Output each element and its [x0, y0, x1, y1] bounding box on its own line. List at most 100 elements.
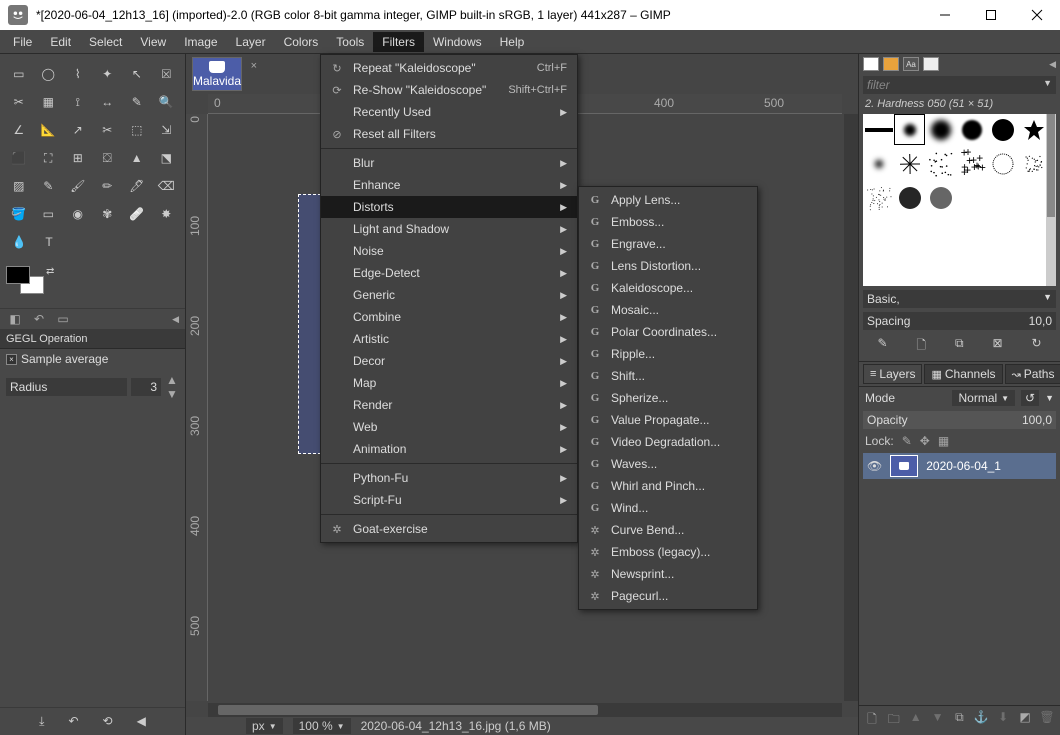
toolbox-tool[interactable]: ✸	[152, 200, 182, 228]
filters-menu-item[interactable]: Generic▶	[321, 284, 577, 306]
brush-cell[interactable]	[925, 182, 956, 213]
layer-name[interactable]: 2020-06-04_1	[926, 459, 1001, 473]
filters-menu-item[interactable]: Combine▶	[321, 306, 577, 328]
brush-cell[interactable]	[894, 114, 925, 145]
patterns-tab-icon[interactable]	[883, 57, 899, 71]
filters-menu-item[interactable]: Script-Fu▶	[321, 489, 577, 511]
brush-cell[interactable]	[925, 148, 956, 179]
toolbox-tool[interactable]: ▭	[4, 60, 34, 88]
toolbox-tool[interactable]: ✏	[93, 172, 123, 200]
toolbox-tool[interactable]: ⛋	[93, 144, 123, 172]
distorts-menu-item[interactable]: ✲Pagecurl...	[579, 585, 757, 607]
distorts-menu-item[interactable]: GEmboss...	[579, 211, 757, 233]
distorts-menu-item[interactable]: GRipple...	[579, 343, 757, 365]
vertical-scrollbar[interactable]	[844, 114, 858, 701]
distorts-menu-item[interactable]: ✲Newsprint...	[579, 563, 757, 585]
toolbox-tool[interactable]: ↔	[93, 88, 123, 116]
filters-menu-item[interactable]: Render▶	[321, 394, 577, 416]
mask-layer-icon[interactable]: ◩	[1016, 710, 1034, 731]
distorts-menu-item[interactable]: GWaves...	[579, 453, 757, 475]
toolbox-tool[interactable]: ✎	[122, 88, 152, 116]
delete-tool-preset-icon[interactable]: ⟲	[103, 714, 113, 729]
brush-cell[interactable]	[925, 114, 956, 145]
distorts-menu-item[interactable]: ✲Curve Bend...	[579, 519, 757, 541]
menu-item-layer[interactable]: Layer	[227, 32, 275, 52]
new-brush-icon[interactable]: 🗋	[916, 336, 926, 357]
unit-selector[interactable]: px▼	[246, 718, 283, 734]
reset-tool-preset-icon[interactable]: ◀	[137, 714, 146, 729]
duplicate-layer-icon[interactable]: ⧉	[950, 710, 968, 731]
toolbox-tool[interactable]: 💧	[4, 228, 34, 256]
filters-menu-item[interactable]: Web▶	[321, 416, 577, 438]
brush-cell[interactable]	[987, 148, 1018, 179]
duplicate-brush-icon[interactable]: ⧉	[955, 336, 964, 357]
history-tab-icon[interactable]	[923, 57, 939, 71]
toolbox-tool[interactable]: ∠	[4, 116, 34, 144]
distorts-menu-item[interactable]: GWind...	[579, 497, 757, 519]
radius-row[interactable]: Radius 3 ▲▼	[0, 369, 185, 405]
toolbox-tool[interactable]: ⟟	[63, 88, 93, 116]
toolbox-tool[interactable]: ⊞	[63, 144, 93, 172]
toolbox-tool[interactable]: ⛶	[34, 144, 64, 172]
window-minimize-button[interactable]	[922, 0, 968, 30]
new-group-icon[interactable]: 🗀	[885, 710, 903, 731]
brush-preset-combo[interactable]: Basic,▼	[863, 290, 1056, 308]
vertical-ruler[interactable]: 0100200300400500	[186, 114, 208, 701]
lock-pixels-icon[interactable]: ✎	[902, 434, 912, 448]
brush-cell[interactable]: ++++++++++++	[956, 148, 987, 179]
toolbox-tool[interactable]: ▨	[4, 172, 34, 200]
raise-layer-icon[interactable]: ▲	[907, 710, 925, 731]
toolbox-tool[interactable]: ◉	[63, 200, 93, 228]
toolbox-tool[interactable]: ⌇	[63, 60, 93, 88]
tool-options-tab-icon[interactable]: ◧	[6, 311, 24, 327]
toolbox-tool[interactable]: ⬚	[122, 116, 152, 144]
distorts-menu-item[interactable]: GEngrave...	[579, 233, 757, 255]
distorts-submenu[interactable]: GApply Lens...GEmboss...GEngrave...GLens…	[578, 186, 758, 610]
toolbox-tool[interactable]: T	[34, 228, 64, 256]
horizontal-scrollbar[interactable]	[208, 703, 842, 717]
dock-tab-menu-arrow-icon[interactable]: ◀	[1049, 59, 1056, 70]
new-layer-icon[interactable]: 🗋	[863, 710, 881, 731]
layer-mode-selector[interactable]: Normal▼	[952, 390, 1015, 406]
lower-layer-icon[interactable]: ▼	[929, 710, 947, 731]
menu-item-view[interactable]: View	[131, 32, 175, 52]
window-maximize-button[interactable]	[968, 0, 1014, 30]
filters-menu-item[interactable]: Enhance▶	[321, 174, 577, 196]
toolbox-tool[interactable]: ↖	[122, 60, 152, 88]
toolbox-tool[interactable]: ↗	[63, 116, 93, 144]
visibility-toggle-icon[interactable]: 👁	[867, 459, 882, 473]
delete-brush-icon[interactable]: ⊠	[992, 336, 1002, 357]
fonts-tab-icon[interactable]: Aa	[903, 57, 919, 71]
channels-tab[interactable]: ▦ Channels	[924, 364, 1002, 384]
anchor-layer-icon[interactable]: ⚓	[972, 710, 990, 731]
filters-menu-item[interactable]: Decor▶	[321, 350, 577, 372]
layers-tab[interactable]: ≡ Layers	[863, 364, 922, 384]
filters-menu-item[interactable]: ✲Goat-exercise	[321, 518, 577, 540]
close-tab-icon[interactable]: ×	[251, 60, 257, 72]
toolbox-tool[interactable]: ⇲	[152, 116, 182, 144]
filters-menu-item[interactable]: Python-Fu▶	[321, 467, 577, 489]
restore-tool-preset-icon[interactable]: ↶	[68, 714, 78, 729]
brush-spacing-row[interactable]: Spacing 10,0	[863, 312, 1056, 330]
lock-position-icon[interactable]: ✥	[920, 434, 930, 448]
toolbox-tool[interactable]: ✾	[93, 200, 123, 228]
distorts-menu-item[interactable]: GValue Propagate...	[579, 409, 757, 431]
brush-cell[interactable]	[894, 182, 925, 213]
toolbox-tool[interactable]: ✂	[93, 116, 123, 144]
checkbox-icon[interactable]: ×	[6, 354, 17, 365]
menu-item-windows[interactable]: Windows	[424, 32, 491, 52]
merge-layer-icon[interactable]: ⬇	[994, 710, 1012, 731]
brush-cell[interactable]	[1018, 114, 1049, 145]
sample-average-row[interactable]: × Sample average	[0, 349, 185, 369]
filters-menu-item[interactable]: ⟳Re-Show "Kaleidoscope"Shift+Ctrl+F	[321, 79, 577, 101]
toolbox-tool[interactable]: 🖊	[122, 172, 152, 200]
toolbox-tool[interactable]: ✂	[4, 88, 34, 116]
radius-stepper[interactable]: ▲▼	[165, 373, 179, 401]
brush-cell[interactable]	[863, 148, 894, 179]
foreground-color[interactable]	[6, 266, 30, 284]
brush-cell[interactable]	[1018, 148, 1049, 179]
toolbox-tool[interactable]: ⮽	[152, 60, 182, 88]
menu-item-colors[interactable]: Colors	[275, 32, 328, 52]
filters-menu-item[interactable]: ⊘Reset all Filters	[321, 123, 577, 145]
toolbox-tool[interactable]: ✎	[34, 172, 64, 200]
